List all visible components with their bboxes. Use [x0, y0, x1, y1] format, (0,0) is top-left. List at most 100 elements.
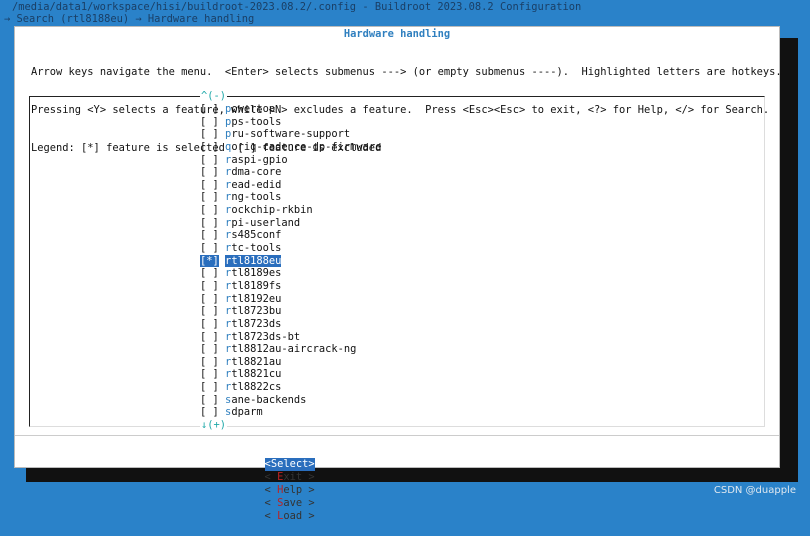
checkbox[interactable]: [ ] — [200, 331, 219, 343]
checkbox[interactable]: [ ] — [200, 204, 219, 216]
breadcrumb: → Search (rtl8188eu) → Hardware handling — [4, 14, 255, 25]
menu-item[interactable]: [ ] rpi-userland — [200, 217, 381, 230]
watermark: CSDN @duapple — [713, 485, 796, 496]
menu-item[interactable]: [ ] rockchip-rkbin — [200, 204, 381, 217]
checkbox[interactable]: [ ] — [200, 368, 219, 380]
menu-item-text: ru-software-support — [231, 128, 351, 141]
menu-item-text: ps-tools — [231, 115, 282, 128]
checkbox[interactable]: [*] — [200, 254, 219, 267]
checkbox[interactable]: [ ] — [200, 305, 219, 317]
menu-item[interactable]: [ ] read-edid — [200, 179, 381, 192]
menu-item[interactable]: [ ] rtl8812au-aircrack-ng — [200, 343, 381, 356]
menu-item-label: rdma-core — [225, 166, 281, 178]
dialog-title: Hardware handling — [343, 28, 451, 40]
checkbox[interactable]: [ ] — [200, 280, 219, 292]
menu-item[interactable]: [ ] rtl8821au — [200, 356, 381, 369]
menu-item[interactable]: [ ] rtl8723ds — [200, 318, 381, 331]
checkbox[interactable]: [ ] — [200, 242, 219, 254]
menu-item-label: rtl8821cu — [225, 368, 281, 380]
menu-item[interactable]: [ ] rtl8821cu — [200, 368, 381, 381]
help-line: Arrow keys navigate the menu. <Enter> se… — [31, 66, 782, 79]
menu-item[interactable]: [ ] rtl8189fs — [200, 280, 381, 293]
checkbox[interactable]: [ ] — [200, 343, 219, 355]
menu-item[interactable]: [ ] sdparm — [200, 406, 381, 419]
checkbox[interactable]: [ ] — [200, 191, 219, 203]
menu-item-text: tl8192eu — [231, 292, 282, 305]
menu-item[interactable]: [ ] pps-tools — [200, 116, 381, 129]
menu-item[interactable]: [*] rtl8188eu — [200, 254, 381, 268]
checkbox[interactable]: [ ] — [200, 128, 219, 140]
menu-item-text: dma-core — [231, 166, 282, 179]
checkbox[interactable]: [ ] — [200, 381, 219, 393]
menu-item-label: rtl8188eu — [225, 254, 282, 267]
menu-item-label: rtl8821au — [225, 356, 281, 368]
menu-item-label: rtl8822cs — [225, 381, 281, 393]
checkbox[interactable]: [ ] — [200, 406, 219, 418]
menu-item[interactable]: [ ] rtc-tools — [200, 242, 381, 255]
load-button[interactable]: < Load > — [265, 510, 315, 523]
menu-item-text: tl8188eu — [231, 254, 282, 267]
checkbox[interactable]: [ ] — [200, 267, 219, 279]
menu-item-label: rockchip-rkbin — [225, 204, 313, 216]
menu-item-text: tl8723bu — [231, 305, 282, 318]
menu-item[interactable]: [ ] rs485conf — [200, 229, 381, 242]
checkbox[interactable]: [ ] — [200, 318, 219, 330]
checkbox[interactable]: [ ] — [200, 217, 219, 229]
menu-item-text: tl8189fs — [231, 279, 282, 292]
menu-item-text: tl8812au-aircrack-ng — [231, 343, 357, 356]
menu-item-label: qoriq-cadence-dp-firmware — [225, 141, 381, 153]
checkbox[interactable]: [ ] — [200, 293, 219, 305]
menu-item-label: rtc-tools — [225, 242, 281, 254]
terminal-title-line: /media/data1/workspace/hisi/buildroot-20… — [0, 0, 810, 14]
menu-item-label: raspi-gpio — [225, 154, 288, 166]
select-button[interactable]: <Select> — [264, 458, 315, 471]
menu-item-label: rtl8812au-aircrack-ng — [225, 343, 356, 355]
checkbox[interactable]: [ ] — [200, 166, 219, 178]
checkbox[interactable]: [ ] — [200, 116, 219, 128]
menuconfig-dialog: Hardware handling Arrow keys navigate th… — [14, 26, 782, 522]
menu-item-text: ng-tools — [231, 191, 282, 204]
menu-item-label: rtl8189es — [225, 267, 281, 279]
menu-item[interactable]: [ ] rtl8189es — [200, 267, 381, 280]
menu-item[interactable]: [ ] powertop — [200, 103, 381, 116]
menu-item-label: pps-tools — [225, 116, 281, 128]
menu-item[interactable]: [ ] pru-software-support — [200, 128, 381, 141]
checkbox[interactable]: [ ] — [200, 179, 219, 191]
checkbox[interactable]: [ ] — [200, 154, 219, 166]
scroll-up-indicator[interactable]: ^(-) — [200, 90, 228, 102]
exit-button[interactable]: < Exit > — [265, 471, 315, 484]
menu-item[interactable]: [ ] rng-tools — [200, 191, 381, 204]
menu-item-text: tl8723ds-bt — [231, 330, 301, 343]
menu-item-text: oriq-cadence-dp-firmware — [231, 140, 382, 153]
menu-item[interactable]: [ ] rdma-core — [200, 166, 381, 179]
menu-item[interactable]: [ ] rtl8192eu — [200, 293, 381, 306]
menu-item-label: rtl8189fs — [225, 280, 281, 292]
menu-item[interactable]: [ ] raspi-gpio — [200, 154, 381, 167]
menu-item-text: tl8821cu — [231, 368, 282, 381]
menu-item-text: aspi-gpio — [231, 153, 288, 166]
checkbox[interactable]: [ ] — [200, 103, 219, 115]
help-button[interactable]: < Help > — [265, 484, 315, 497]
menu-item-label: sdparm — [225, 406, 263, 418]
menu-item[interactable]: [ ] sane-backends — [200, 394, 381, 407]
checkbox[interactable]: [ ] — [200, 394, 219, 406]
menu-item-text: ead-edid — [231, 178, 282, 191]
menu-item-text: ane-backends — [231, 393, 307, 406]
menu-item[interactable]: [ ] rtl8723bu — [200, 305, 381, 318]
menu-item-text: dparm — [231, 406, 263, 419]
menu-item-label: rs485conf — [225, 229, 281, 241]
menu-item[interactable]: [ ] qoriq-cadence-dp-firmware — [200, 141, 381, 154]
menu-item[interactable]: [ ] rtl8723ds-bt — [200, 331, 381, 344]
menu-item[interactable]: [ ] rtl8822cs — [200, 381, 381, 394]
menu-item-label: rtl8723ds-bt — [225, 331, 300, 343]
checkbox[interactable]: [ ] — [200, 141, 219, 153]
menu-item-label: rtl8192eu — [225, 293, 281, 305]
menu-item-text: s485conf — [231, 229, 282, 242]
save-button[interactable]: < Save > — [265, 497, 315, 510]
scroll-down-indicator[interactable]: ↓(+) — [200, 419, 228, 431]
menu-item-text: owertop — [231, 103, 276, 115]
menu-item-text: tl8821au — [231, 355, 282, 368]
checkbox[interactable]: [ ] — [200, 229, 219, 241]
checkbox[interactable]: [ ] — [200, 356, 219, 368]
menu-item-text: tc-tools — [231, 242, 282, 255]
